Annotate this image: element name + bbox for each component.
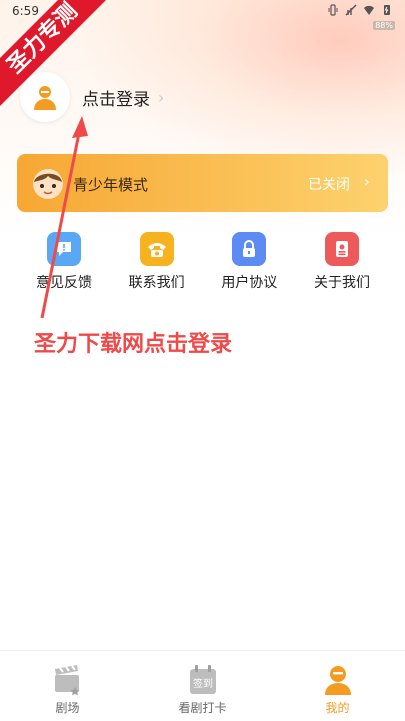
tab-label: 看剧打卡 — [178, 701, 227, 715]
tab-theater[interactable]: 剧场 — [0, 651, 135, 721]
checkin-badge-text: 签到 — [193, 677, 213, 690]
annotation-arrow — [40, 116, 88, 319]
checkin-calendar-icon: 签到 — [189, 665, 216, 694]
tab-label: 剧场 — [55, 701, 80, 715]
profile-icon — [324, 666, 351, 695]
clapperboard-icon — [54, 665, 79, 696]
annotation-text: 圣力下载网点击登录 — [34, 332, 233, 357]
tab-checkin[interactable]: 签到 看剧打卡 — [135, 651, 270, 721]
tab-mine[interactable]: 我的 — [270, 651, 405, 721]
bottom-tab-bar: 剧场 签到 看剧打卡 我的 — [0, 650, 405, 721]
tab-label: 我的 — [325, 701, 350, 715]
